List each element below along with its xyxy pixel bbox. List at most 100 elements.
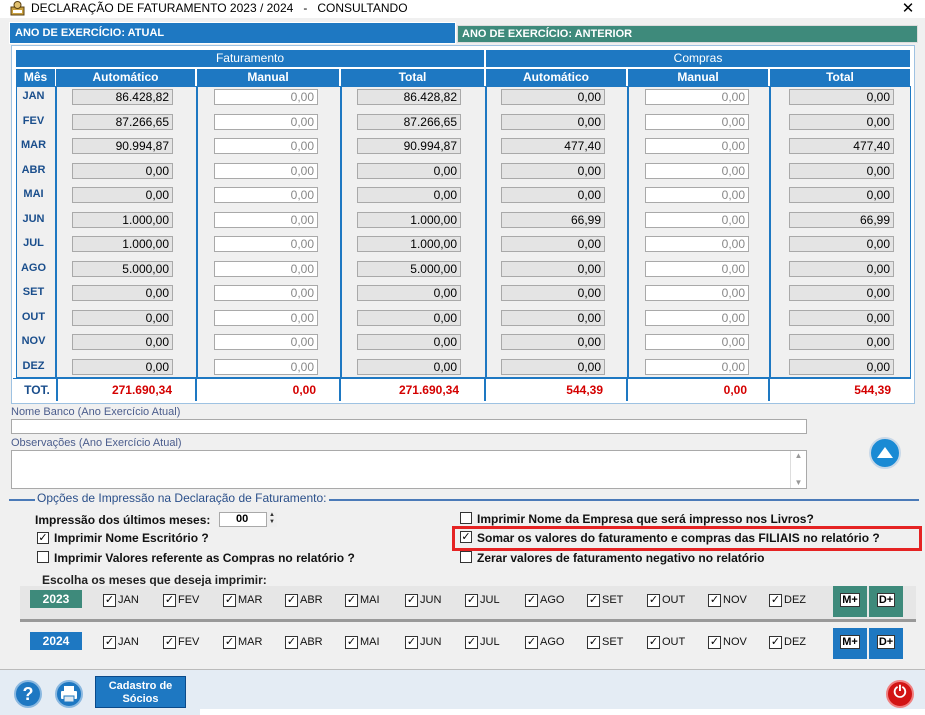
cell-fat-auto: 90.994,87 <box>72 138 173 154</box>
cell-fat-total: 0,00 <box>357 285 461 301</box>
totals-divider <box>195 378 197 401</box>
valores-compras-checkbox[interactable] <box>37 551 49 563</box>
cell-comp-manual[interactable]: 0,00 <box>645 285 749 301</box>
group-compras-header: Compras <box>486 50 910 67</box>
cell-fat-auto: 0,00 <box>72 285 173 301</box>
month-label: DEZ <box>22 359 45 372</box>
mark-all-2023-button[interactable]: M+ <box>833 586 867 617</box>
month-fev-2023-checkbox[interactable]: ✓ <box>163 594 176 607</box>
scroll-up-button[interactable] <box>869 437 901 469</box>
cell-comp-total: 0,00 <box>789 285 894 301</box>
zerar-negativo-checkbox[interactable] <box>460 551 472 563</box>
month-jul-2023-checkbox[interactable]: ✓ <box>465 594 478 607</box>
tab-ano-atual[interactable]: ANO DE EXERCÍCIO: ATUAL <box>9 22 456 44</box>
cell-comp-auto: 0,00 <box>501 236 605 252</box>
cell-fat-manual[interactable]: 0,00 <box>214 358 318 375</box>
close-icon[interactable]: ✕ <box>897 0 919 17</box>
month-fev-2024-checkbox[interactable]: ✓ <box>163 636 176 649</box>
month-jan-2024-checkbox[interactable]: ✓ <box>103 636 116 649</box>
cell-comp-total: 0,00 <box>789 187 894 203</box>
mark-all-label: M+ <box>840 635 860 649</box>
month-abr-2023-checkbox[interactable]: ✓ <box>285 594 298 607</box>
tab-ano-anterior[interactable]: ANO DE EXERCÍCIO: ANTERIOR <box>457 25 918 43</box>
observacoes-textarea[interactable] <box>11 450 807 489</box>
cell-comp-manual[interactable]: 0,00 <box>645 260 749 277</box>
cell-fat-manual[interactable]: 0,00 <box>214 309 318 326</box>
help-button[interactable]: ? <box>14 680 42 708</box>
cell-fat-manual[interactable]: 0,00 <box>214 89 318 105</box>
cell-fat-total: 1.000,00 <box>357 211 461 228</box>
month-mai-2023-checkbox[interactable]: ✓ <box>345 594 358 607</box>
month-label: FEV <box>22 114 45 127</box>
cell-fat-manual[interactable]: 0,00 <box>214 187 318 203</box>
month-mar-2024-checkbox[interactable]: ✓ <box>223 636 236 649</box>
cell-comp-total: 0,00 <box>789 162 894 179</box>
cell-fat-manual[interactable]: 0,00 <box>214 162 318 179</box>
nome-banco-input[interactable] <box>11 419 807 434</box>
month-nov-2023-checkbox[interactable]: ✓ <box>708 594 721 607</box>
background-strip <box>200 709 925 715</box>
cell-fat-auto: 0,00 <box>72 187 173 203</box>
unmark-label: D+ <box>876 635 896 649</box>
unmark-2023-button[interactable]: D+ <box>869 586 903 617</box>
cell-comp-manual[interactable]: 0,00 <box>645 162 749 179</box>
nome-escritorio-label: Imprimir Nome Escritório ? <box>54 531 209 545</box>
nome-escritorio-checkbox[interactable]: ✓ <box>37 532 49 544</box>
cell-fat-manual[interactable]: 0,00 <box>214 113 318 130</box>
cell-comp-manual[interactable]: 0,00 <box>645 211 749 228</box>
highlight-box <box>452 526 922 551</box>
month-out-2023-checkbox[interactable]: ✓ <box>647 594 660 607</box>
month-set-2023-checkbox[interactable]: ✓ <box>587 594 600 607</box>
month-out-2024-checkbox[interactable]: ✓ <box>647 636 660 649</box>
month-mai-2024-checkbox[interactable]: ✓ <box>345 636 358 649</box>
cell-fat-manual[interactable]: 0,00 <box>214 334 318 350</box>
cell-fat-auto: 1.000,00 <box>72 236 173 252</box>
print-button[interactable] <box>55 680 83 708</box>
unmark-label: D+ <box>876 593 896 607</box>
cell-comp-manual[interactable]: 0,00 <box>645 113 749 130</box>
month-jul-2024-checkbox[interactable]: ✓ <box>465 636 478 649</box>
month-set-2024-checkbox[interactable]: ✓ <box>587 636 600 649</box>
month-label: MAI <box>23 188 44 200</box>
cell-fat-manual[interactable]: 0,00 <box>214 260 318 277</box>
cell-comp-auto: 477,40 <box>501 138 605 154</box>
month-dez-2023-checkbox[interactable]: ✓ <box>769 594 782 607</box>
nome-empresa-checkbox[interactable] <box>460 512 472 524</box>
month-set-label: SET <box>602 594 624 606</box>
cell-fat-manual[interactable]: 0,00 <box>214 211 318 228</box>
cadastro-socios-button[interactable]: Cadastro de Sócios <box>95 676 186 708</box>
mark-all-2024-button[interactable]: M+ <box>833 628 867 659</box>
observacoes-scrollbar[interactable]: ▲ ▼ <box>790 451 806 488</box>
meses-spinner-arrows[interactable]: ▲ ▼ <box>266 512 277 527</box>
month-jan-2023-checkbox[interactable]: ✓ <box>103 594 116 607</box>
month-nov-2024-checkbox[interactable]: ✓ <box>708 636 721 649</box>
cell-comp-total: 0,00 <box>789 260 894 277</box>
power-icon[interactable]: ⏻ <box>886 680 914 708</box>
total-fat-manual: 0,00 <box>292 383 316 397</box>
cell-fat-manual[interactable]: 0,00 <box>214 138 318 154</box>
cell-fat-total: 0,00 <box>357 187 461 203</box>
cell-comp-manual[interactable]: 0,00 <box>645 236 749 252</box>
cell-fat-auto: 1.000,00 <box>72 211 173 228</box>
totals-divider <box>626 378 628 401</box>
cell-comp-manual[interactable]: 0,00 <box>645 358 749 375</box>
month-mar-2023-checkbox[interactable]: ✓ <box>223 594 236 607</box>
nome-empresa-label: Imprimir Nome da Empresa que será impres… <box>477 512 814 526</box>
month-ago-2023-checkbox[interactable]: ✓ <box>525 594 538 607</box>
cell-fat-manual[interactable]: 0,00 <box>214 285 318 301</box>
cell-fat-auto: 0,00 <box>72 358 173 375</box>
month-jun-2023-checkbox[interactable]: ✓ <box>405 594 418 607</box>
unmark-2024-button[interactable]: D+ <box>869 628 903 659</box>
month-dez-2024-checkbox[interactable]: ✓ <box>769 636 782 649</box>
month-jun-label: JUN <box>420 636 442 648</box>
cell-comp-manual[interactable]: 0,00 <box>645 138 749 154</box>
cell-comp-manual[interactable]: 0,00 <box>645 89 749 105</box>
month-ago-2024-checkbox[interactable]: ✓ <box>525 636 538 649</box>
month-abr-2024-checkbox[interactable]: ✓ <box>285 636 298 649</box>
cell-comp-manual[interactable]: 0,00 <box>645 187 749 203</box>
cell-fat-manual[interactable]: 0,00 <box>214 236 318 252</box>
cell-comp-manual[interactable]: 0,00 <box>645 309 749 326</box>
cell-comp-manual[interactable]: 0,00 <box>645 334 749 350</box>
cell-comp-auto: 0,00 <box>501 285 605 301</box>
month-jun-2024-checkbox[interactable]: ✓ <box>405 636 418 649</box>
